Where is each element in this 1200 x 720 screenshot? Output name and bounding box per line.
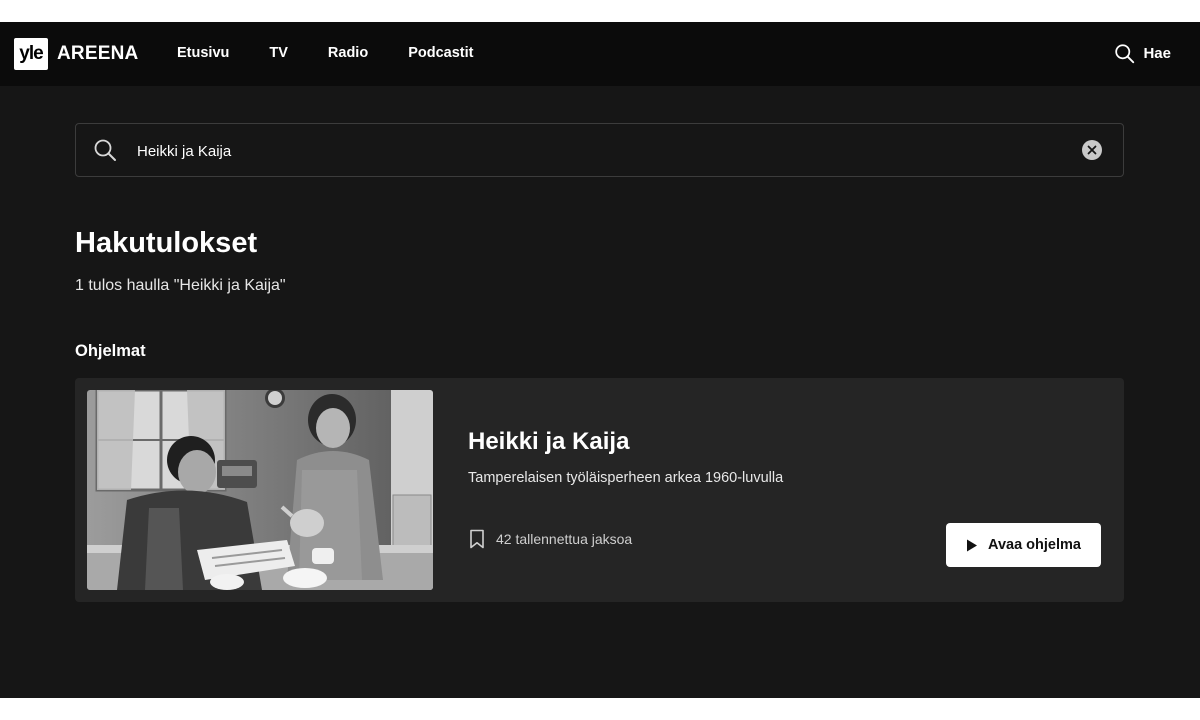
nav-item-etusivu[interactable]: Etusivu bbox=[177, 45, 229, 61]
program-title[interactable]: Heikki ja Kaija bbox=[468, 428, 629, 456]
yle-logo-mark: yle bbox=[14, 38, 48, 70]
open-program-label: Avaa ohjelma bbox=[988, 537, 1081, 553]
bookmark-icon bbox=[470, 529, 484, 549]
search-field bbox=[75, 123, 1124, 177]
program-thumbnail-image bbox=[87, 390, 433, 590]
nav-item-podcastit[interactable]: Podcastit bbox=[408, 45, 473, 61]
page-title: Hakutulokset bbox=[75, 227, 258, 259]
play-icon bbox=[967, 539, 978, 551]
saved-episodes-info: 42 tallennettua jaksoa bbox=[469, 529, 632, 549]
nav-search-label: Hae bbox=[1143, 45, 1171, 62]
results-count: 1 tulos haulla "Heikki ja Kaija" bbox=[75, 277, 286, 294]
open-program-button[interactable]: Avaa ohjelma bbox=[946, 523, 1101, 567]
program-result-card[interactable]: Heikki ja Kaija Tamperelaisen työläisper… bbox=[75, 378, 1124, 602]
search-input[interactable] bbox=[135, 137, 1039, 165]
nav-item-radio[interactable]: Radio bbox=[328, 45, 368, 61]
yle-areena-logo[interactable]: yle AREENA bbox=[14, 38, 138, 70]
clear-search-button[interactable] bbox=[1082, 140, 1102, 160]
saved-episodes-count: 42 tallennettua jaksoa bbox=[496, 531, 633, 547]
nav-item-tv[interactable]: TV bbox=[269, 45, 288, 61]
program-thumbnail[interactable] bbox=[87, 390, 433, 590]
search-icon bbox=[94, 139, 116, 161]
top-navigation: yle AREENA Etusivu TV Radio Podcastit Ha… bbox=[0, 22, 1200, 86]
section-title-programs: Ohjelmat bbox=[75, 342, 146, 360]
main-nav: Etusivu TV Radio Podcastit bbox=[177, 45, 513, 61]
nav-search-button[interactable]: Hae bbox=[1114, 43, 1171, 64]
search-icon bbox=[1115, 44, 1135, 64]
close-icon bbox=[1087, 145, 1097, 155]
program-description: Tamperelaisen työläisperheen arkea 1960-… bbox=[468, 470, 784, 486]
areena-wordmark: AREENA bbox=[57, 43, 139, 64]
search-field-icon-wrap bbox=[93, 138, 117, 167]
areena-app: yle AREENA Etusivu TV Radio Podcastit Ha… bbox=[0, 22, 1200, 698]
